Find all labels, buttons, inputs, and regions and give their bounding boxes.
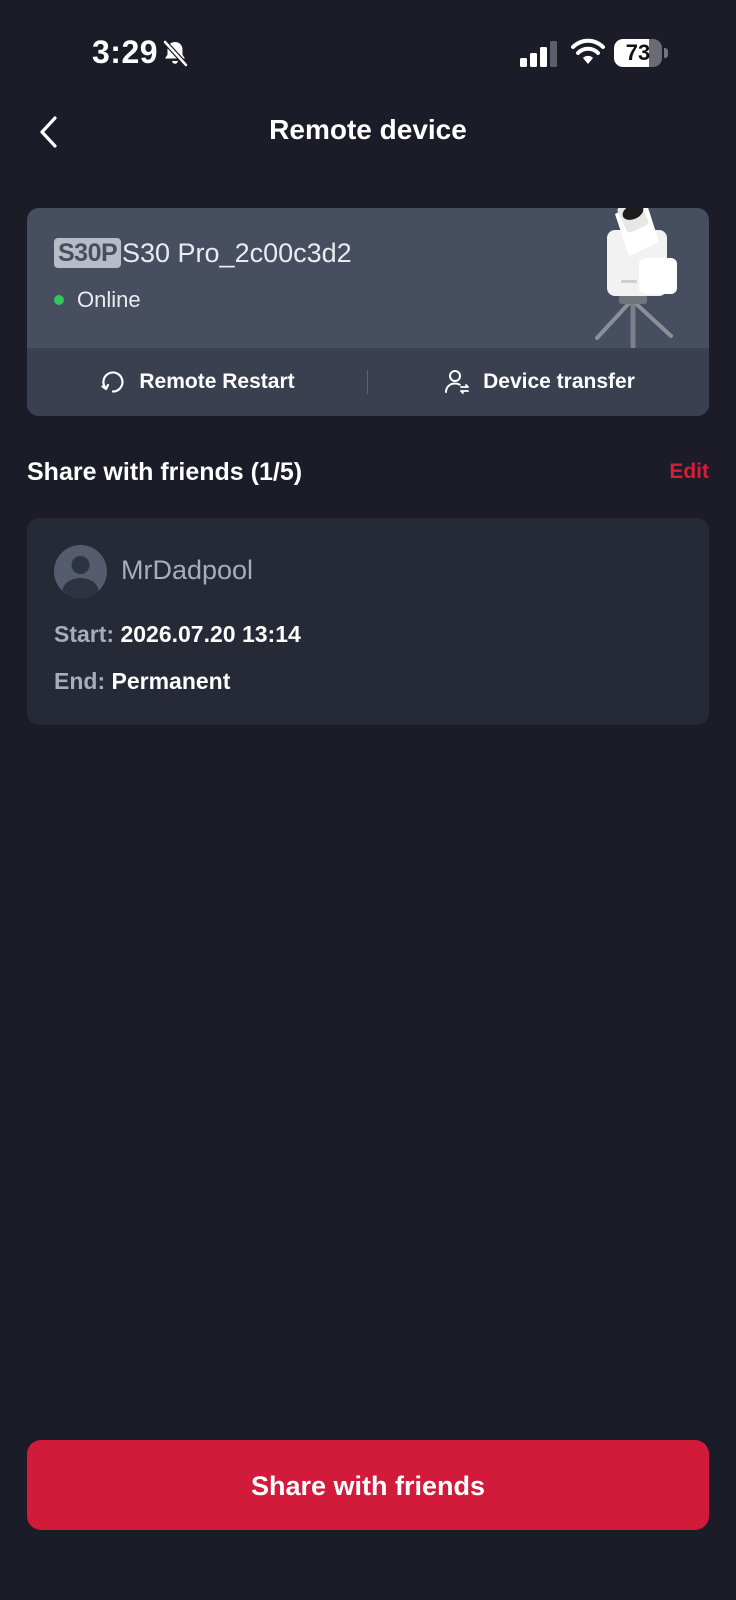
model-badge: S30P [54,238,122,268]
end-label: End: [54,668,112,694]
share-end-row: End: Permanent [54,665,230,697]
remote-restart-button[interactable]: Remote Restart [27,348,367,416]
battery-icon: 73 [614,39,670,67]
device-status: Online [77,287,141,312]
start-label: Start: [54,621,121,647]
restart-icon [101,371,124,393]
friend-card[interactable]: MrDadpool Start: 2026.07.20 13:14 End: P… [27,518,709,725]
friend-name: MrDadpool [121,555,254,585]
avatar [54,545,107,598]
device-transfer-label: Device transfer [483,370,635,393]
battery-percent: 73 [625,40,651,65]
user-avatar-icon [62,556,99,598]
device-card[interactable]: S30P S30 Pro_2c00c3d2 Online Remote Rest… [27,208,709,416]
status-dot [54,295,64,305]
telescope-image [595,208,677,350]
status-time: 3:29 [92,34,159,70]
device-info: S30P S30 Pro_2c00c3d2 Online [27,208,709,350]
start-value: 2026.07.20 13:14 [120,621,301,647]
status-bar: 3:29 73 [0,0,736,100]
bell-slash-icon [163,40,188,67]
edit-button[interactable]: Edit [669,460,709,484]
share-section-title: Share with friends (1/5) [27,458,303,486]
divider [367,370,368,394]
end-value: Permanent [111,668,231,694]
page-title: Remote device [269,114,467,145]
nav-bar: Remote device [0,100,736,164]
device-actions: Remote Restart Device transfer [27,348,709,416]
cellular-signal-icon [520,41,557,67]
share-with-friends-button[interactable]: Share with friends [27,1440,709,1530]
user-transfer-icon [445,370,470,394]
remote-restart-label: Remote Restart [139,370,295,393]
wifi-icon [571,38,605,64]
share-start-row: Start: 2026.07.20 13:14 [54,618,301,650]
device-transfer-button[interactable]: Device transfer [369,348,709,416]
device-name: S30 Pro_2c00c3d2 [122,238,352,268]
